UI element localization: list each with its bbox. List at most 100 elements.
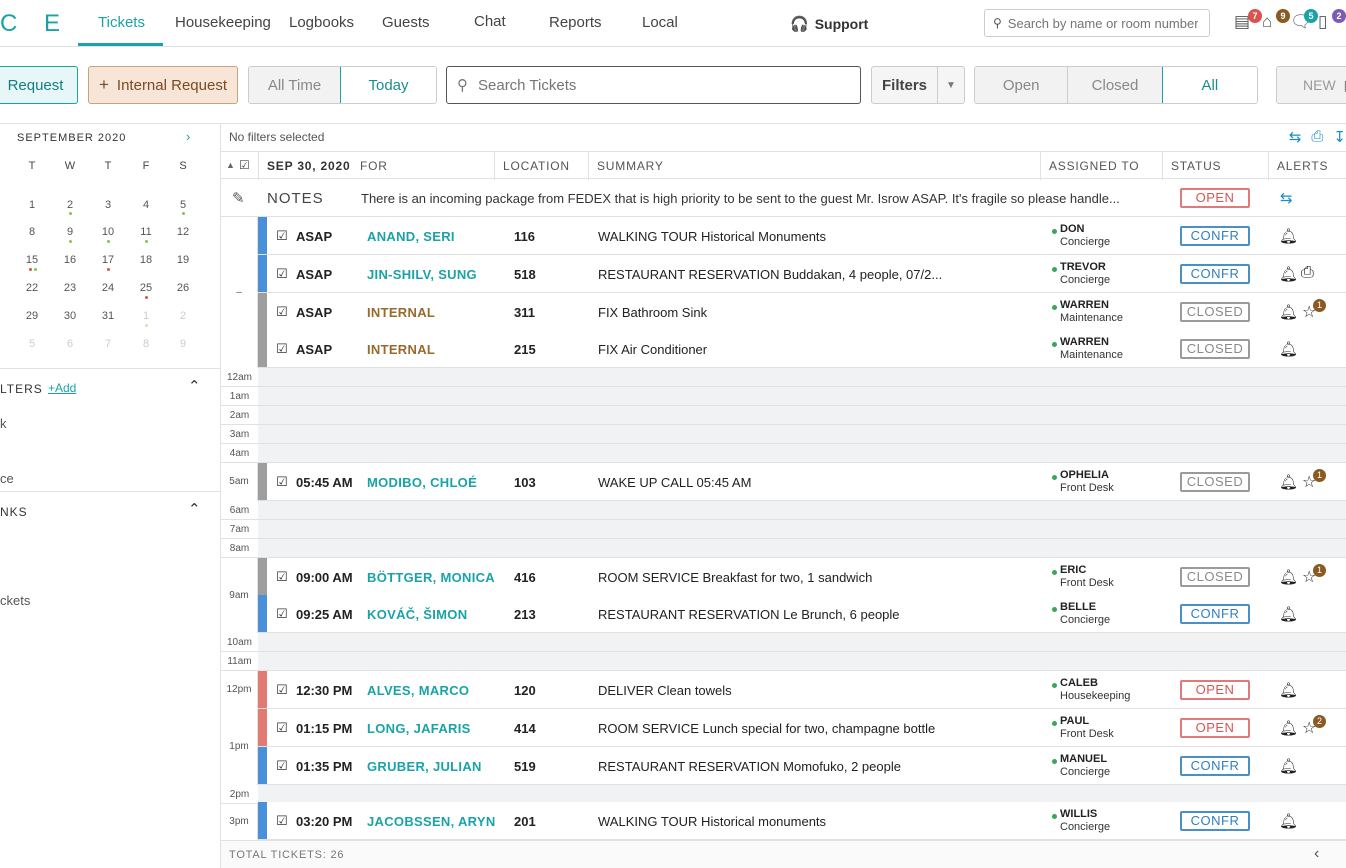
status-badge[interactable]: CLOSED bbox=[1180, 302, 1250, 322]
calendar-day[interactable]: 3 bbox=[98, 199, 118, 211]
filters-dropdown[interactable]: Filters ▼ bbox=[871, 66, 965, 104]
escalation-icon[interactable]: ☆ 1 bbox=[1302, 469, 1326, 492]
notes-row[interactable]: ✎ NOTES There is an incoming package fro… bbox=[221, 179, 1346, 217]
bell-icon[interactable]: 🔔︎ bbox=[1279, 812, 1298, 830]
ticket-search[interactable]: ⚲ bbox=[446, 66, 861, 104]
status-badge[interactable]: OPEN bbox=[1180, 188, 1250, 208]
column-alerts[interactable]: ALERTS bbox=[1268, 152, 1346, 180]
tab-local[interactable]: Local bbox=[642, 14, 678, 31]
bell-icon[interactable]: 🔔︎ bbox=[1279, 340, 1298, 358]
bell-icon[interactable]: 🔔︎ bbox=[1279, 227, 1298, 245]
status-badge[interactable]: CONFR bbox=[1180, 226, 1250, 246]
row-checkbox[interactable]: ☑ bbox=[276, 606, 288, 622]
download-icon[interactable]: ↧ bbox=[1333, 128, 1346, 146]
edit-note-icon[interactable]: ✎ bbox=[232, 189, 245, 207]
tab-reports[interactable]: Reports bbox=[549, 14, 602, 31]
tab-logbooks[interactable]: Logbooks bbox=[289, 14, 354, 31]
global-search-input[interactable] bbox=[1007, 15, 1198, 31]
table-row[interactable]: ☑ ASAP ANAND, SERI 116 WALKING TOUR Hist… bbox=[258, 217, 1346, 255]
calendar-day[interactable]: 4 bbox=[136, 199, 156, 211]
status-badge[interactable]: CONFR bbox=[1180, 756, 1250, 776]
refresh-icon[interactable]: ⇆ bbox=[1289, 128, 1302, 146]
chevron-up-icon[interactable]: ⌃ bbox=[188, 377, 201, 395]
column-summary[interactable]: SUMMARY bbox=[588, 152, 1040, 180]
chevron-up-icon[interactable]: ⌃ bbox=[188, 500, 201, 518]
calendar-day[interactable]: 1 bbox=[136, 310, 156, 322]
row-checkbox[interactable]: ☑ bbox=[276, 228, 288, 244]
calendar-day[interactable]: 29 bbox=[22, 310, 42, 322]
ticket-guest[interactable]: GRUBER, JULIAN bbox=[367, 759, 482, 774]
calendar-day[interactable]: 7 bbox=[98, 338, 118, 350]
bell-icon[interactable]: 🔔︎ bbox=[1279, 719, 1298, 737]
link-item[interactable]: ckets bbox=[0, 593, 30, 608]
table-row[interactable]: ☑ ASAP JIN-SHILV, SUNG 518 RESTAURANT RE… bbox=[258, 255, 1346, 293]
calendar-day[interactable]: 15 bbox=[22, 254, 42, 266]
internal-request-button[interactable]: + Internal Request bbox=[88, 66, 238, 104]
escalation-icon[interactable]: ☆ 1 bbox=[1302, 299, 1326, 322]
device-notification-icon[interactable]: ▯ 2 bbox=[1318, 9, 1346, 34]
status-badge[interactable]: CLOSED bbox=[1180, 339, 1250, 359]
table-row[interactable]: ☑ ASAP INTERNAL 311 FIX Bathroom Sink WA… bbox=[258, 293, 1346, 331]
calendar-day[interactable]: 12 bbox=[173, 226, 193, 238]
escalation-icon[interactable]: ☆ 2 bbox=[1302, 715, 1326, 738]
calendar-day[interactable]: 26 bbox=[173, 282, 193, 294]
housekeeping-notification-icon[interactable]: ⌂ 9 bbox=[1262, 9, 1290, 34]
global-search[interactable]: ⚲ bbox=[984, 9, 1210, 37]
row-checkbox[interactable]: ☑ bbox=[276, 720, 288, 736]
table-row[interactable]: ☑ 03:20 PM JACOBSSEN, ARYN 201 WALKING T… bbox=[258, 802, 1346, 840]
ticket-guest[interactable]: JACOBSSEN, ARYN bbox=[367, 814, 496, 829]
closed-option[interactable]: Closed bbox=[1068, 67, 1163, 103]
status-badge[interactable]: OPEN bbox=[1180, 718, 1250, 738]
ticket-guest[interactable]: INTERNAL bbox=[367, 305, 435, 320]
table-row[interactable]: ☑ 09:00 AM BÖTTGER, MONICA 416 ROOM SERV… bbox=[258, 558, 1346, 596]
calendar-day[interactable]: 17 bbox=[98, 254, 118, 266]
ticket-guest[interactable]: BÖTTGER, MONICA bbox=[367, 570, 495, 585]
ticket-guest[interactable]: MODIBO, CHLOÉ bbox=[367, 475, 477, 490]
status-badge[interactable]: CLOSED bbox=[1180, 472, 1250, 492]
bell-icon[interactable]: 🔔︎ bbox=[1279, 568, 1298, 586]
calendar-day[interactable]: 18 bbox=[136, 254, 156, 266]
row-checkbox[interactable]: ☑ bbox=[276, 341, 288, 357]
calendar-day[interactable]: 23 bbox=[60, 282, 80, 294]
bell-icon[interactable]: 🔔︎ bbox=[1279, 681, 1298, 699]
status-badge[interactable]: OPEN bbox=[1180, 680, 1250, 700]
print-icon[interactable]: ⎙ bbox=[1301, 264, 1314, 282]
calendar-day[interactable]: 10 bbox=[98, 226, 118, 238]
tab-guests[interactable]: Guests bbox=[382, 14, 430, 31]
tab-tickets[interactable]: Tickets bbox=[98, 14, 145, 31]
table-row[interactable]: ☑ ASAP INTERNAL 215 FIX Air Conditioner … bbox=[258, 330, 1346, 368]
chat-notification-icon[interactable]: 🗨 5 bbox=[1290, 9, 1318, 34]
ticket-guest[interactable]: JIN-SHILV, SUNG bbox=[367, 267, 477, 282]
status-badge[interactable]: CONFR bbox=[1180, 604, 1250, 624]
calendar-day[interactable]: 1 bbox=[22, 199, 42, 211]
calendar-day[interactable]: 11 bbox=[136, 226, 156, 238]
print-icon[interactable]: ⎙ bbox=[1311, 128, 1323, 146]
today-option[interactable]: Today bbox=[340, 67, 436, 103]
row-checkbox[interactable]: ☑ bbox=[276, 474, 288, 490]
status-badge[interactable]: CONFR bbox=[1180, 264, 1250, 284]
sort-icon[interactable]: ▲ bbox=[226, 160, 235, 170]
calendar-day[interactable]: 22 bbox=[22, 282, 42, 294]
calendar-day[interactable]: 30 bbox=[60, 310, 80, 322]
bell-icon[interactable]: 🔔︎ bbox=[1279, 605, 1298, 623]
calendar-day[interactable]: 2 bbox=[173, 310, 193, 322]
all-option[interactable]: All bbox=[1161, 67, 1257, 103]
bell-icon[interactable]: 🔔︎ bbox=[1279, 473, 1298, 491]
column-assigned[interactable]: ASSIGNED TO bbox=[1040, 152, 1162, 180]
column-location[interactable]: LOCATION bbox=[494, 152, 588, 180]
add-filter-link[interactable]: +Add bbox=[48, 381, 76, 395]
table-row[interactable]: ☑ 01:35 PM GRUBER, JULIAN 519 RESTAURANT… bbox=[258, 747, 1346, 785]
calendar-day[interactable]: 24 bbox=[98, 282, 118, 294]
repeat-icon[interactable]: ⇆ bbox=[1280, 189, 1293, 207]
table-row[interactable]: ☑ 12:30 PM ALVES, MARCO 120 DELIVER Clea… bbox=[258, 671, 1346, 709]
new-ticket-button[interactable]: NEW ▤ bbox=[1276, 66, 1346, 104]
chevron-left-icon[interactable]: ‹ bbox=[1314, 845, 1319, 863]
column-for[interactable]: FOR bbox=[352, 152, 495, 180]
row-checkbox[interactable]: ☑ bbox=[276, 758, 288, 774]
row-checkbox[interactable]: ☑ bbox=[276, 266, 288, 282]
calendar-day[interactable]: 8 bbox=[136, 338, 156, 350]
calendar-day[interactable]: 9 bbox=[173, 338, 193, 350]
calendar-day[interactable]: 6 bbox=[60, 338, 80, 350]
calendar-day[interactable]: 8 bbox=[22, 226, 42, 238]
bell-icon[interactable]: 🔔︎ bbox=[1279, 265, 1298, 283]
